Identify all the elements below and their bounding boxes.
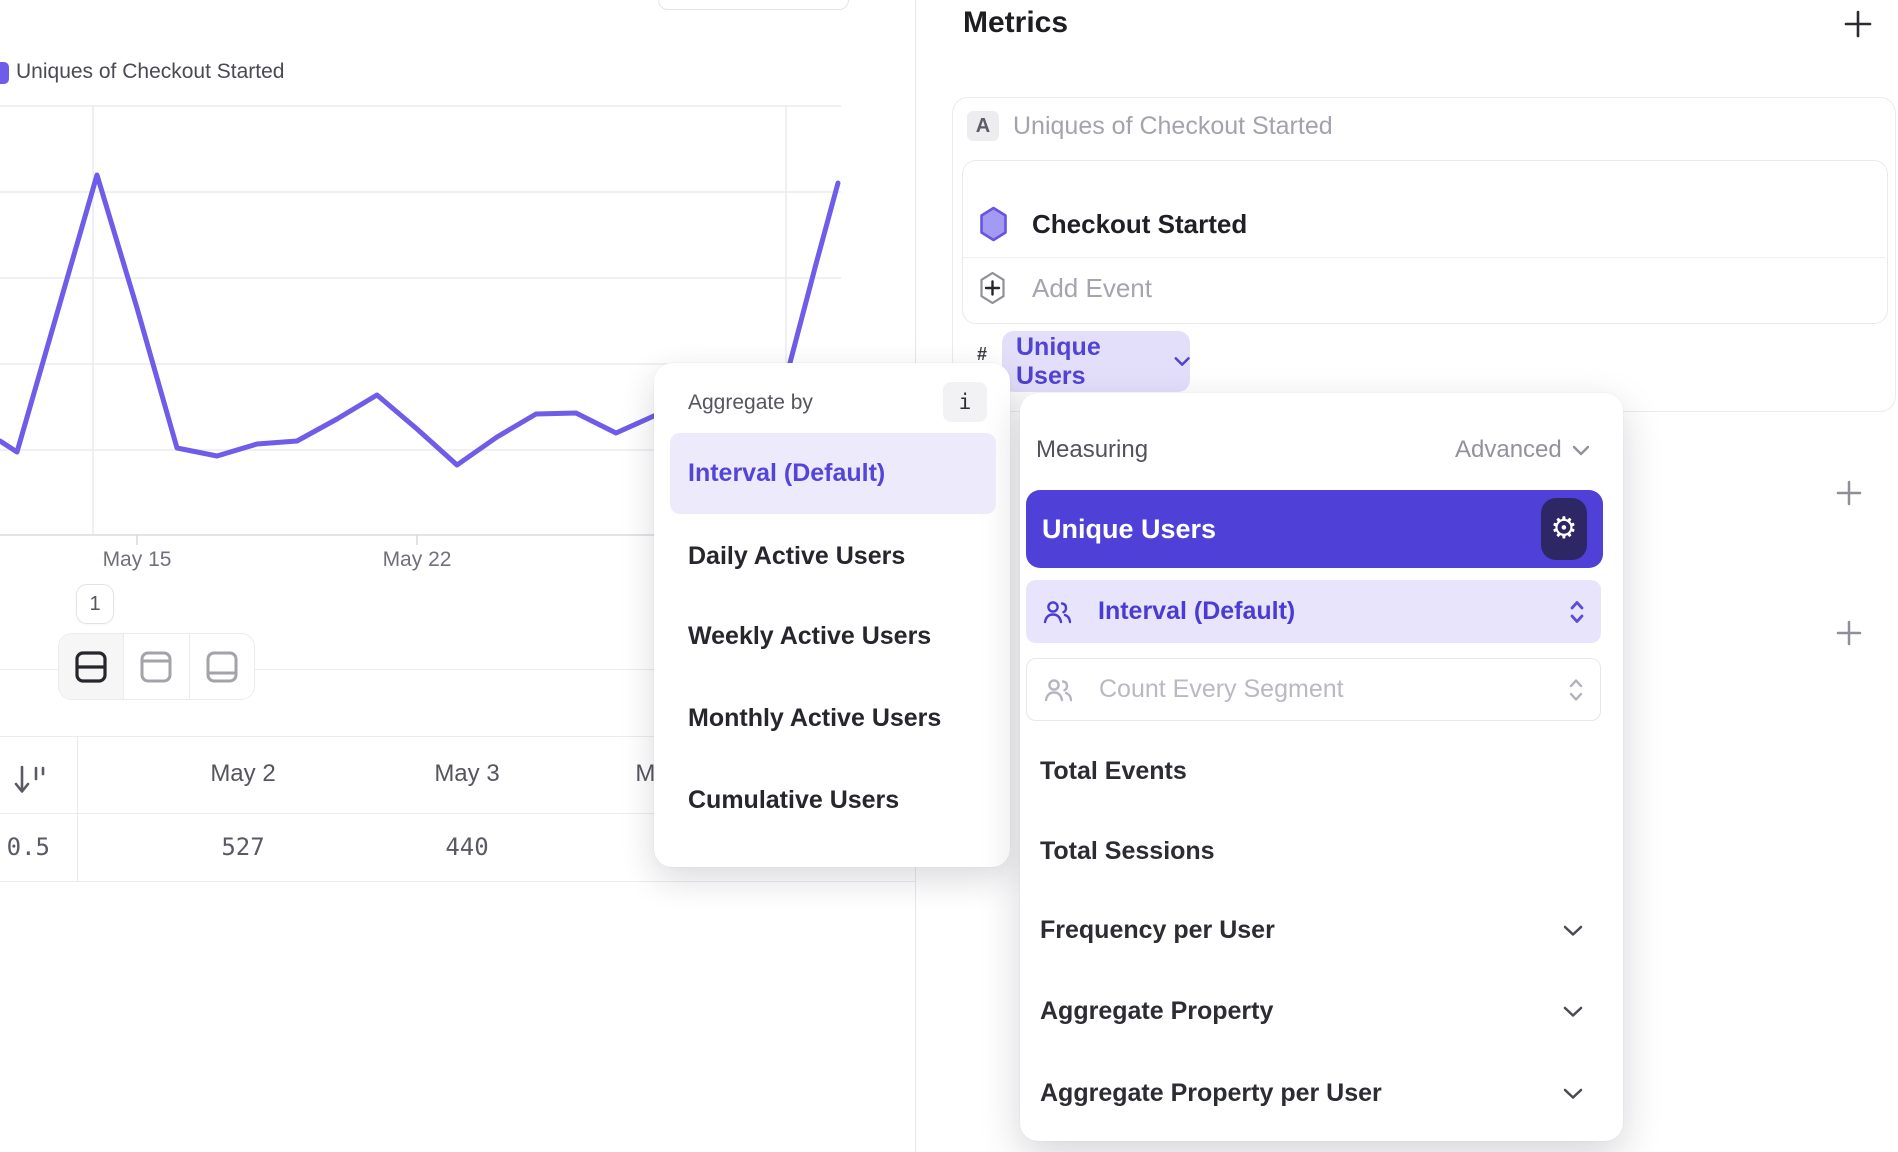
add-filter-icon[interactable] <box>1836 480 1862 506</box>
layout-split-button[interactable] <box>59 634 123 699</box>
sort-icon[interactable] <box>12 763 52 799</box>
add-breakdown-icon[interactable] <box>1836 620 1862 646</box>
metric-letter-badge: A <box>967 111 999 141</box>
measure-settings-button[interactable]: ⚙ <box>1541 498 1587 560</box>
advanced-toggle[interactable]: Advanced <box>1455 436 1590 464</box>
measure-type-symbol: # <box>977 344 987 365</box>
info-icon[interactable]: i <box>943 382 987 422</box>
up-down-chevrons-icon <box>1569 600 1585 624</box>
metrics-section-title: Metrics <box>963 6 1068 40</box>
table-cell: 527 <box>163 833 323 861</box>
table-header-cell[interactable]: May 2 <box>163 760 323 788</box>
analytics-app: Uniques of Checkout Started May 15 May 2… <box>0 0 1898 1152</box>
measure-pill-button[interactable]: Unique Users <box>1002 331 1190 392</box>
measuring-row-count-segment[interactable]: Count Every Segment <box>1026 658 1601 721</box>
measuring-title: Measuring <box>1036 436 1148 464</box>
up-down-chevrons-icon <box>1568 678 1584 702</box>
measuring-option[interactable]: Aggregate Property <box>1040 997 1273 1027</box>
toolbar-pill-cutoff[interactable] <box>658 0 849 10</box>
table-border-bottom <box>0 881 915 882</box>
users-icon <box>1042 599 1072 625</box>
split-rows-icon <box>74 650 108 684</box>
aggregate-by-title: Aggregate by <box>688 391 813 415</box>
top-row-icon <box>139 650 173 684</box>
add-event-icon[interactable] <box>979 271 1006 305</box>
measuring-option[interactable]: Frequency per User <box>1040 916 1275 946</box>
bottom-row-icon <box>205 650 239 684</box>
aggregate-option-selected[interactable]: Interval (Default) <box>670 433 996 514</box>
aggregate-option[interactable]: Monthly Active Users <box>688 704 941 734</box>
chevron-down-icon[interactable] <box>1563 1006 1583 1018</box>
metric-title[interactable]: Uniques of Checkout Started <box>1013 113 1333 139</box>
table-row-label: 0.5 <box>0 833 50 861</box>
table-header-cell[interactable]: May 3 <box>387 760 547 788</box>
measuring-primary-label: Unique Users <box>1042 514 1216 545</box>
add-event-label[interactable]: Add Event <box>1032 275 1152 301</box>
layout-chart-top-button[interactable] <box>123 634 188 699</box>
gear-icon: ⚙ <box>1551 514 1578 544</box>
chevron-down-icon[interactable] <box>1563 925 1583 937</box>
table-column-divider <box>77 736 78 881</box>
event-name[interactable]: Checkout Started <box>1032 211 1247 237</box>
measuring-option[interactable]: Total Events <box>1040 757 1187 787</box>
x-axis-label: May 15 <box>77 548 197 572</box>
event-hexagon-icon <box>979 206 1008 242</box>
measure-pill-label: Unique Users <box>1016 333 1162 391</box>
series-count-badge[interactable]: 1 <box>76 584 114 624</box>
count-segment-row-label: Count Every Segment <box>1099 675 1344 704</box>
users-icon <box>1043 677 1073 703</box>
add-metric-icon[interactable] <box>1844 10 1872 38</box>
chevron-down-icon <box>1174 356 1190 367</box>
layout-table-bottom-button[interactable] <box>189 634 254 699</box>
interval-row-label: Interval (Default) <box>1098 597 1295 626</box>
table-cell: 440 <box>387 833 547 861</box>
measuring-row-interval[interactable]: Interval (Default) <box>1026 580 1601 643</box>
aggregate-option[interactable]: Cumulative Users <box>688 786 899 816</box>
advanced-label: Advanced <box>1455 436 1562 464</box>
x-axis-label: May 22 <box>357 548 477 572</box>
chevron-down-icon <box>1572 445 1590 456</box>
event-row-divider <box>963 257 1885 258</box>
legend-swatch <box>0 62 9 84</box>
aggregate-option[interactable]: Daily Active Users <box>688 542 905 572</box>
legend-label: Uniques of Checkout Started <box>16 60 285 84</box>
measuring-option[interactable]: Total Sessions <box>1040 837 1215 867</box>
measuring-option[interactable]: Aggregate Property per User <box>1040 1079 1382 1109</box>
layout-toggle-group <box>58 633 255 700</box>
chevron-down-icon[interactable] <box>1563 1088 1583 1100</box>
aggregate-option[interactable]: Weekly Active Users <box>688 622 931 652</box>
measuring-primary-button[interactable]: Unique Users <box>1026 490 1603 568</box>
